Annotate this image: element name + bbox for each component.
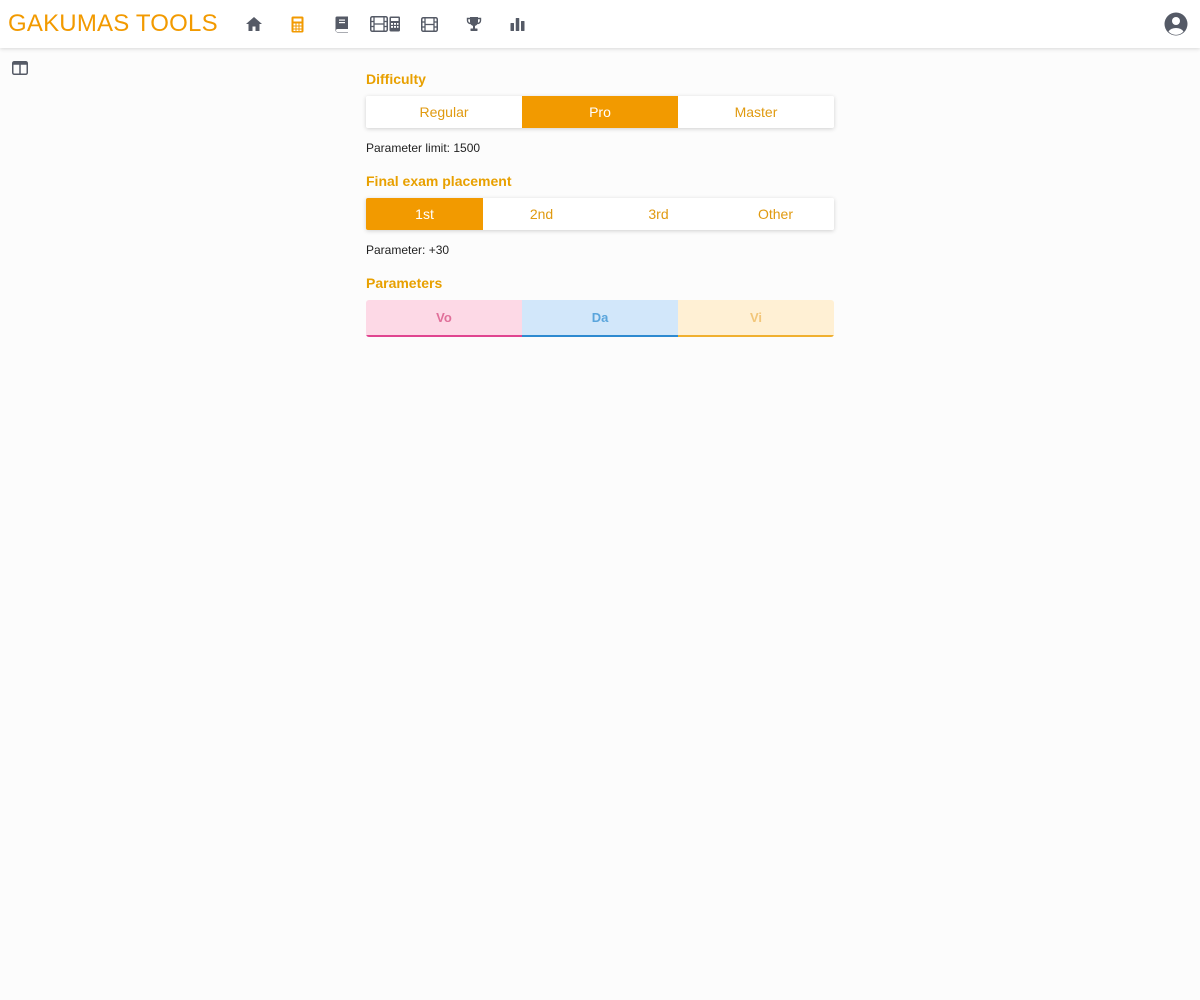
layout-toggle-button[interactable] [12, 60, 28, 76]
difficulty-selector: Regular Pro Master [366, 96, 834, 128]
film-icon [421, 16, 439, 32]
placement-option-other[interactable]: Other [717, 198, 834, 230]
app-brand[interactable]: GAKUMAS TOOLS [8, 10, 218, 38]
parameter-tab-da[interactable]: Da [522, 300, 678, 337]
nav-film-grid[interactable] [364, 0, 408, 48]
difficulty-option-master[interactable]: Master [678, 96, 834, 128]
nav-trophy[interactable] [452, 0, 496, 48]
parameter-tab-vo[interactable]: Vo [366, 300, 522, 337]
placement-selector: 1st 2nd 3rd Other [366, 198, 834, 230]
trophy-icon [466, 17, 481, 31]
bar-chart-icon [510, 18, 525, 31]
columns-layout-icon [12, 61, 28, 75]
placement-option-2nd[interactable]: 2nd [483, 198, 600, 230]
difficulty-title: Difficulty [366, 71, 426, 87]
nav-book[interactable] [320, 0, 364, 48]
placement-option-1st[interactable]: 1st [366, 198, 483, 230]
main-nav [232, 0, 540, 48]
parameter-limit-text: Parameter limit: 1500 [366, 141, 481, 155]
nav-film[interactable] [408, 0, 452, 48]
book-icon [335, 16, 348, 32]
parameters-title: Parameters [366, 275, 443, 291]
placement-option-3rd[interactable]: 3rd [600, 198, 717, 230]
difficulty-option-regular[interactable]: Regular [366, 96, 522, 128]
difficulty-option-pro[interactable]: Pro [522, 96, 678, 128]
calculator-icon [291, 16, 304, 32]
film-grid-icon [370, 16, 401, 32]
user-avatar-icon [1164, 12, 1188, 36]
parameters-tabs: Vo Da Vi [366, 300, 834, 337]
nav-calculator[interactable] [276, 0, 320, 48]
top-bar: GAKUMAS TOOLS [0, 0, 1200, 48]
nav-home[interactable] [232, 0, 276, 48]
nav-chart[interactable] [496, 0, 540, 48]
parameter-tab-vi[interactable]: Vi [678, 300, 834, 337]
placement-parameter-text: Parameter: +30 [366, 243, 450, 257]
user-account-button[interactable] [1164, 12, 1188, 36]
calculator-panel: Difficulty Regular Pro Master Parameter … [366, 70, 834, 337]
home-icon [245, 17, 262, 31]
placement-title: Final exam placement [366, 173, 512, 189]
